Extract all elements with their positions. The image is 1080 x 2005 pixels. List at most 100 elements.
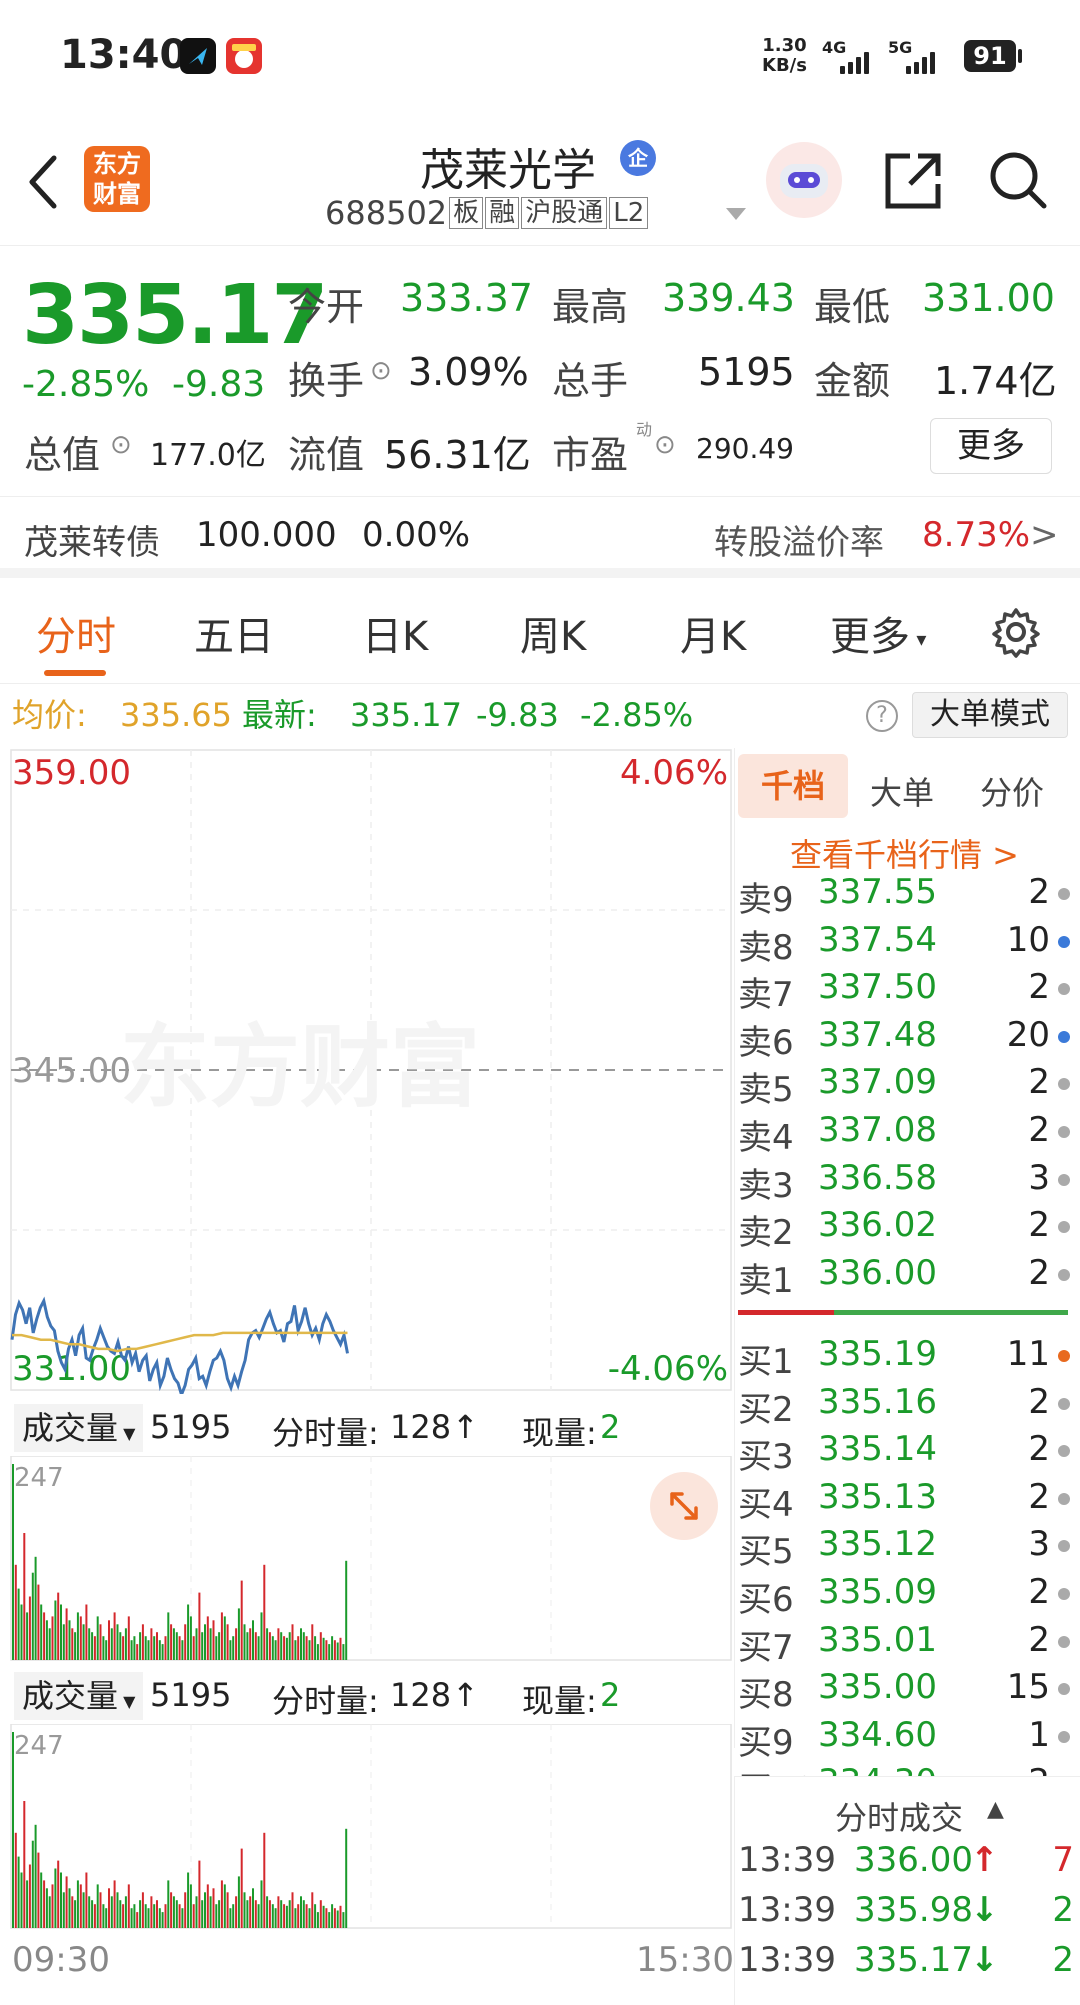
volume-bar	[235, 1896, 238, 1928]
ask-row[interactable]: 卖6 337.48 20	[738, 1015, 1072, 1063]
ask-row[interactable]: 卖2 336.02 2	[738, 1205, 1072, 1253]
convertible-bond-row[interactable]: 茂莱转债 100.000 0.00% 转股溢价率 8.73% >	[0, 496, 1080, 578]
ask-level-label: 卖7	[738, 975, 794, 1016]
volume-bar	[26, 1612, 29, 1660]
volume-bar	[156, 1632, 158, 1660]
volume-bar	[45, 1888, 48, 1928]
tab-weekly-k[interactable]: 周K	[520, 604, 586, 662]
volume-bar	[23, 1533, 26, 1660]
ask-row[interactable]: 卖4 337.08 2	[738, 1110, 1072, 1158]
volume-indicator-selector-2[interactable]: 成交量 ▼	[14, 1672, 144, 1720]
minute-volume-label-2: 分时量:	[272, 1682, 379, 1720]
view-full-depth-link[interactable]: 查看千档行情 >	[790, 830, 1019, 876]
share-icon[interactable]	[882, 150, 944, 212]
bid-row[interactable]: 买7 335.01 2	[738, 1620, 1072, 1668]
volume-bar	[141, 1892, 144, 1928]
bid-row[interactable]: 买2 335.16 2	[738, 1382, 1072, 1430]
more-quote-button[interactable]: 更多	[930, 418, 1052, 474]
ask-row[interactable]: 卖9 337.55 2	[738, 872, 1072, 920]
open-label: 今开	[288, 285, 365, 329]
ask-level-label: 卖9	[738, 880, 794, 920]
volume-bar	[20, 1604, 23, 1660]
volume-bar	[62, 1624, 65, 1660]
volume-bar	[333, 1908, 336, 1928]
tab-five-day[interactable]: 五日	[194, 604, 274, 662]
volume-bar	[285, 1905, 288, 1928]
ask-quantity: 10	[1006, 919, 1050, 960]
volume-bar	[308, 1908, 311, 1928]
volume-bar	[252, 1888, 254, 1928]
settings-gear-icon[interactable]	[990, 606, 1042, 658]
volume-bar	[339, 1905, 342, 1928]
volume-bar	[319, 1900, 322, 1928]
bid-row[interactable]: 买3 335.14 2	[738, 1429, 1072, 1477]
big-order-mode-button[interactable]: 大单模式	[912, 692, 1068, 738]
stock-switch-dropdown-icon[interactable]	[724, 206, 748, 222]
bid-row[interactable]: 买4 335.13 2	[738, 1477, 1072, 1525]
back-arrow-icon[interactable]	[22, 152, 62, 212]
expand-chart-icon[interactable]	[650, 1472, 718, 1540]
volume-bar	[141, 1624, 144, 1660]
collapse-caret-icon[interactable]: ▲	[987, 1797, 1004, 1822]
volume-bar	[195, 1628, 198, 1660]
ask-price: 337.54	[818, 919, 937, 960]
volume-bar	[99, 1624, 102, 1660]
volume-bar	[12, 1732, 14, 1928]
tab-daily-k[interactable]: 日K	[362, 604, 428, 662]
ask-row[interactable]: 卖7 337.50 2	[738, 967, 1072, 1016]
volume-bar	[294, 1640, 297, 1660]
ask-quantity: 2	[1028, 872, 1050, 912]
ask-row[interactable]: 卖8 337.54 10	[738, 919, 1072, 968]
tab-order-book[interactable]: 千档	[738, 754, 848, 818]
brand-logo: 东方财富	[84, 146, 150, 212]
volume-bar	[206, 1616, 209, 1660]
market-cap-info-icon[interactable]: ⊙	[110, 430, 132, 460]
volume-panel-2: 成交量 ▼ 5195 分时量: 128 ↑ 现量: 2 247	[0, 1662, 734, 1932]
volume-bar	[110, 1896, 113, 1928]
float-cap-value: 56.31亿	[384, 433, 531, 477]
volume-bar	[48, 1628, 51, 1660]
tab-active-indicator	[44, 670, 106, 676]
ask-quantity: 2	[1028, 967, 1050, 1008]
search-icon[interactable]	[986, 148, 1050, 212]
ask-quantity: 2	[1028, 1205, 1050, 1246]
trade-time: 13:39	[738, 1890, 836, 1930]
tab-monthly-k[interactable]: 月K	[680, 604, 746, 662]
volume-bar	[314, 1904, 317, 1928]
minute-volume-value-2: 128	[390, 1676, 452, 1714]
bid-row[interactable]: 买6 335.09 2	[738, 1572, 1072, 1620]
robot-assistant-icon[interactable]	[766, 142, 842, 218]
volume-bar	[322, 1637, 325, 1660]
tab-intraday[interactable]: 分时	[36, 604, 116, 662]
stock-code-row[interactable]: 688502 板 融 沪股通 L2	[325, 194, 649, 232]
pe-info-icon[interactable]: ⊙	[654, 430, 676, 460]
volume-bar	[198, 1592, 201, 1660]
volume-bar	[237, 1608, 240, 1660]
volume-bar	[139, 1900, 142, 1928]
trade-ticks-header[interactable]: 分时成交	[835, 1793, 963, 1839]
volume-bar	[226, 1624, 229, 1660]
bid-row[interactable]: 买5 335.12 3	[738, 1524, 1072, 1572]
bid-row[interactable]: 买9 334.60 1	[738, 1715, 1072, 1763]
volume-bar	[88, 1896, 91, 1928]
turnover-info-icon[interactable]: ⊙	[370, 356, 392, 386]
ask-level-label: 卖8	[738, 927, 794, 968]
help-icon[interactable]: ?	[866, 700, 898, 732]
tab-price-distribution[interactable]: 分价	[980, 768, 1044, 814]
volume-indicator-selector[interactable]: 成交量 ▼	[14, 1404, 144, 1452]
volume-bar	[226, 1892, 229, 1928]
tab-more[interactable]: 更多 ▾	[830, 604, 926, 662]
bid-row[interactable]: 买1 335.19 11	[738, 1334, 1072, 1382]
volume-bar	[291, 1624, 294, 1660]
bid-level-label: 买4	[738, 1484, 794, 1525]
ask-row[interactable]: 卖5 337.09 2	[738, 1062, 1072, 1110]
ask-row[interactable]: 卖1 336.00 2	[738, 1253, 1072, 1301]
intraday-price-chart[interactable]: 东方财富 359.00 345.00 331.00 4.06% -4.06%	[0, 748, 734, 1394]
volume-bar	[322, 1905, 325, 1928]
bid-ask-ratio-bar-green	[834, 1310, 1068, 1315]
volume-bar	[283, 1904, 286, 1928]
ask-row[interactable]: 卖3 336.58 3	[738, 1158, 1072, 1206]
bid-row[interactable]: 买8 335.00 15	[738, 1667, 1072, 1715]
bid-price: 335.19	[818, 1334, 937, 1374]
tab-big-orders[interactable]: 大单	[870, 768, 934, 814]
